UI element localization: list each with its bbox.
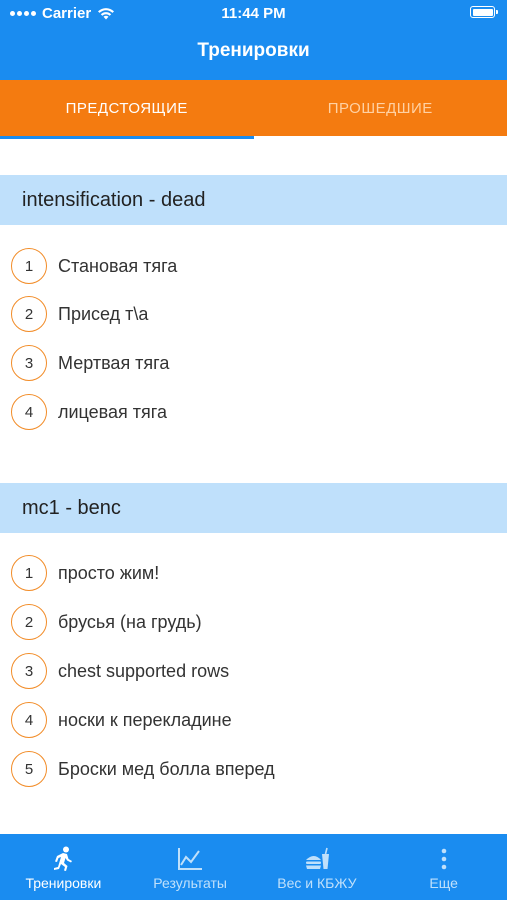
tabbar-item-weight[interactable]: Вес и КБЖУ	[254, 834, 381, 900]
exercise-number: 5	[11, 751, 47, 787]
exercise-number: 1	[11, 248, 47, 284]
exercise-number: 2	[11, 296, 47, 332]
exercise-number: 1	[11, 555, 47, 591]
exercise-row[interactable]: 4 носки к перекладине	[0, 696, 507, 744]
workout-header[interactable]: intensification - dead	[0, 175, 507, 225]
more-icon	[441, 848, 446, 870]
exercise-row[interactable]: 1 Становая тяга	[0, 242, 507, 290]
exercise-name: chest supported rows	[58, 660, 230, 681]
exercise-name: брусья (на грудь)	[58, 611, 202, 632]
exercise-row[interactable]: 5 Броски мед болла вперед	[0, 745, 507, 793]
exercise-row[interactable]: 3 Мертвая тяга	[0, 339, 507, 387]
exercise-name: Становая тяга	[58, 255, 178, 276]
segment-tabs: ПРЕДСТОЯЩИЕ ПРОШЕДШИЕ	[0, 80, 507, 139]
page-title: Тренировки	[197, 40, 310, 61]
status-bar: Carrier 11:44 PM	[0, 0, 507, 28]
tabbar-label: Тренировки	[25, 875, 102, 891]
exercise-row[interactable]: 4 лицевая тяга	[0, 388, 507, 436]
workout-header[interactable]: mc1 - benc	[0, 483, 507, 533]
exercise-name: носки к перекладине	[58, 709, 232, 730]
bottom-tab-bar: Тренировки Результаты Вес и КБЖУ Еще	[0, 834, 507, 900]
tabbar-item-more[interactable]: Еще	[380, 834, 507, 900]
exercise-number: 3	[11, 345, 47, 381]
exercise-row[interactable]: 3 chest supported rows	[0, 647, 507, 695]
exercise-number: 4	[11, 394, 47, 430]
tab-past[interactable]: ПРОШЕДШИЕ	[254, 80, 507, 136]
navigation-bar: Carrier 11:44 PM Тренировки	[0, 0, 507, 80]
exercise-number: 2	[11, 604, 47, 640]
tabbar-label: Вес и КБЖУ	[277, 875, 357, 891]
exercise-number: 4	[11, 702, 47, 738]
exercise-name: Присед т\а	[58, 303, 149, 324]
exercise-name: просто жим!	[58, 562, 160, 583]
exercise-name: Броски мед болла вперед	[58, 758, 275, 779]
tabbar-item-workouts[interactable]: Тренировки	[0, 834, 127, 900]
runner-icon	[54, 846, 73, 871]
tabbar-label: Результаты	[153, 875, 227, 891]
exercise-name: Мертвая тяга	[58, 352, 170, 373]
tabbar-label: Еще	[429, 875, 458, 891]
exercise-number: 3	[11, 653, 47, 689]
battery-icon	[470, 6, 498, 18]
exercise-row[interactable]: 2 брусья (на грудь)	[0, 598, 507, 646]
food-icon	[305, 847, 329, 869]
exercise-row[interactable]: 1 просто жим!	[0, 549, 507, 597]
tab-upcoming[interactable]: ПРЕДСТОЯЩИЕ	[0, 80, 254, 139]
exercise-row[interactable]: 2 Присед т\а	[0, 290, 507, 338]
tabbar-item-results[interactable]: Результаты	[127, 834, 254, 900]
chart-icon	[178, 848, 203, 870]
exercise-name: лицевая тяга	[58, 401, 167, 422]
status-time: 11:44 PM	[221, 5, 286, 22]
